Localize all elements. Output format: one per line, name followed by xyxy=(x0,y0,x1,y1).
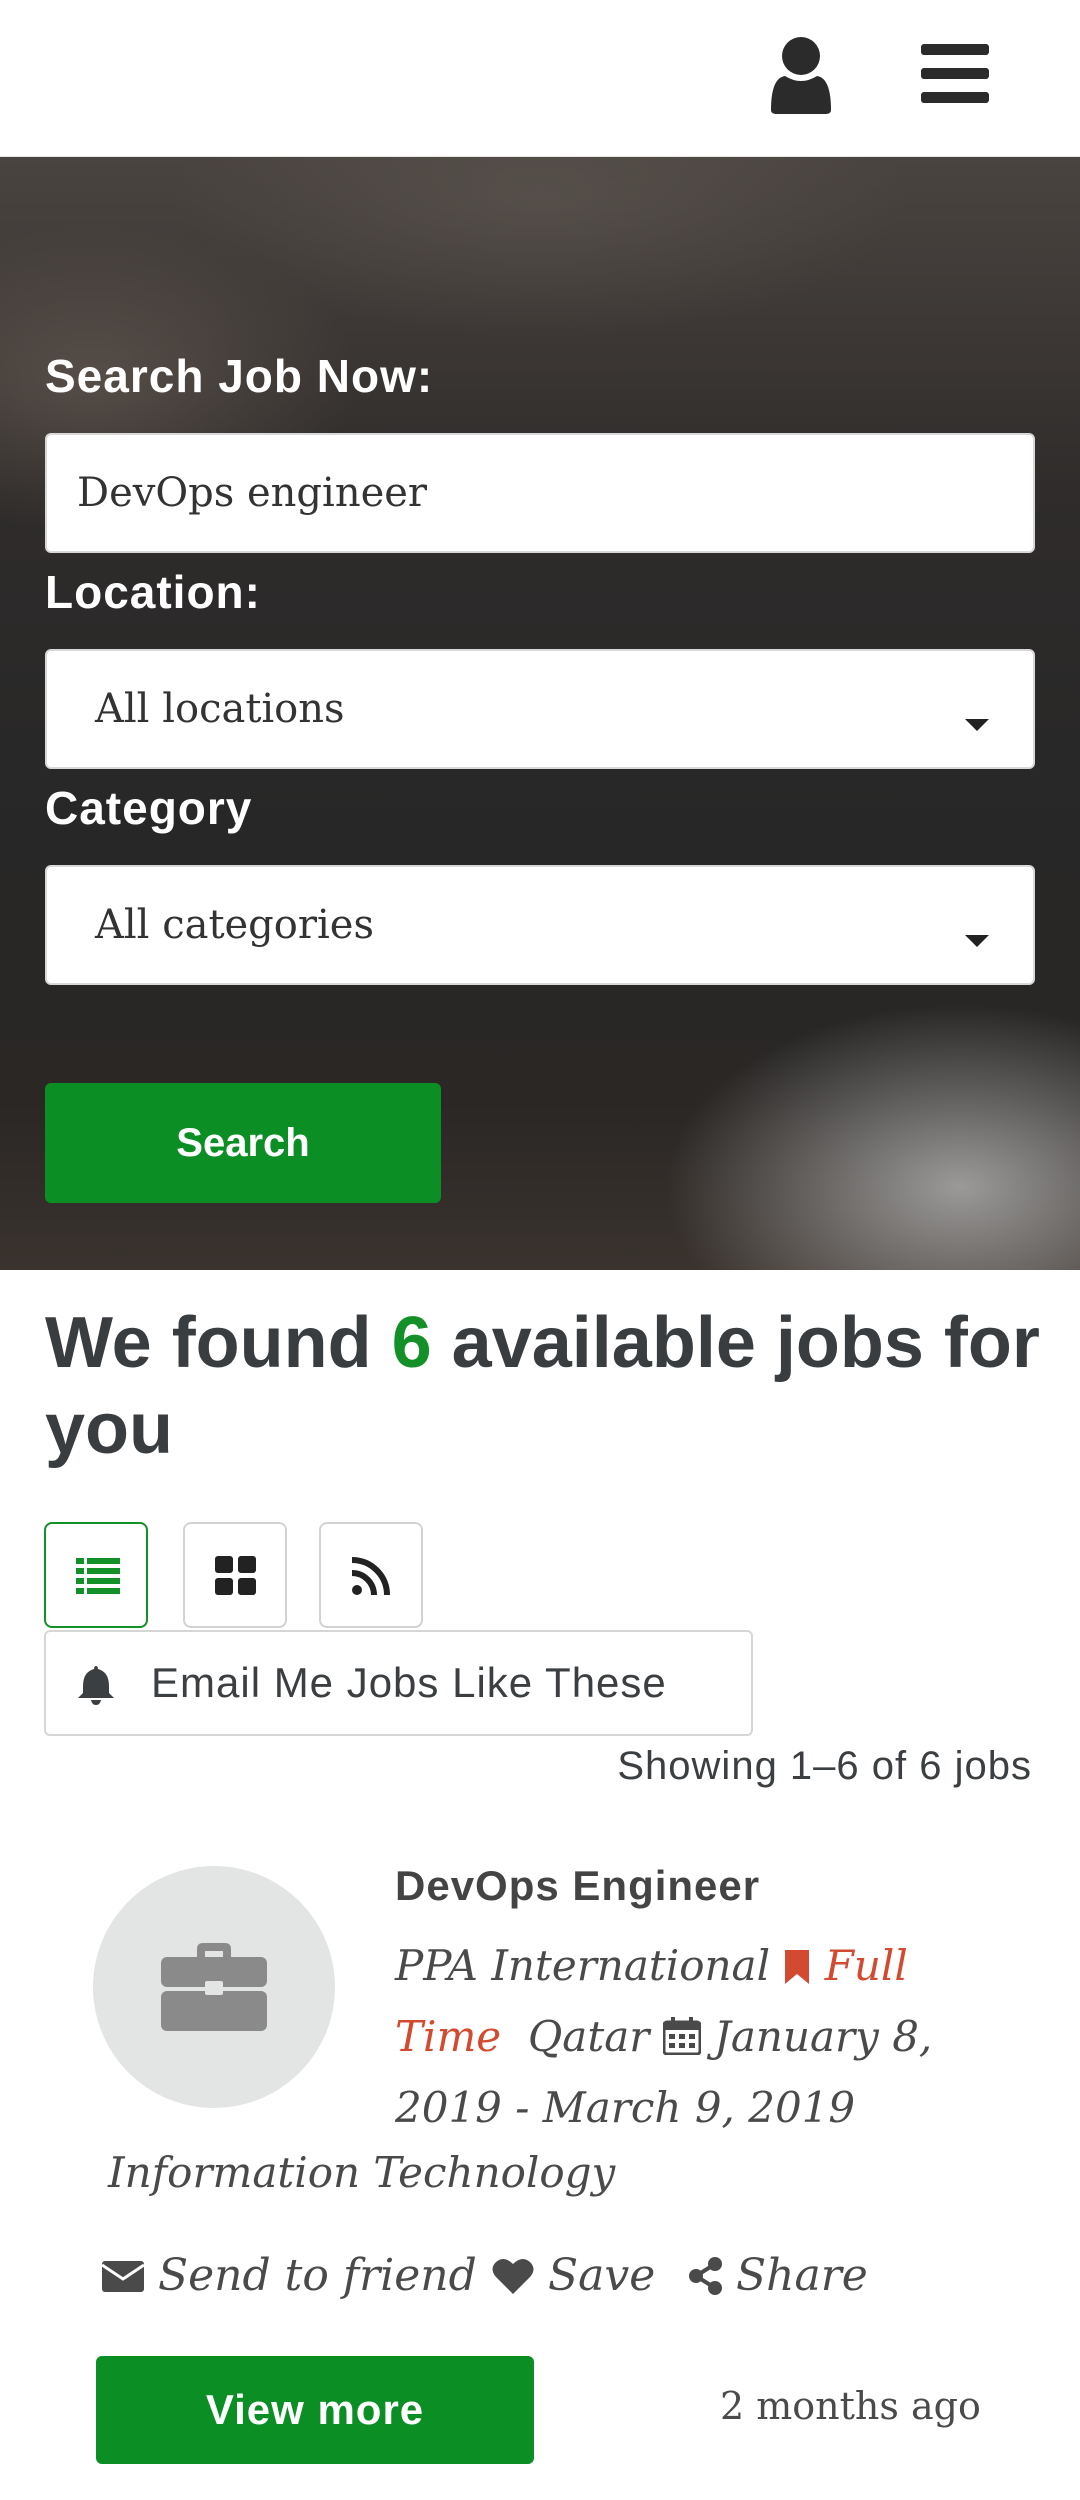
search-button[interactable]: Search xyxy=(45,1083,441,1203)
heart-icon xyxy=(492,2258,534,2294)
menu-button[interactable] xyxy=(915,34,995,114)
list-icon xyxy=(76,1558,120,1594)
keyword-label: Search Job Now: xyxy=(45,350,434,402)
job-company: PPA International xyxy=(395,1941,771,1990)
share-job-label: Share xyxy=(736,2250,868,2301)
rss-icon xyxy=(351,1557,390,1596)
caret-down-icon xyxy=(965,935,989,947)
top-navbar xyxy=(0,0,1080,157)
rss-feed-button[interactable] xyxy=(319,1522,423,1628)
results-count-summary: Showing 1–6 of 6 jobs xyxy=(617,1744,1032,1788)
grid-view-button[interactable] xyxy=(183,1522,287,1628)
results-count: 6 xyxy=(391,1303,432,1383)
list-view-button[interactable] xyxy=(44,1522,148,1628)
job-category: Information Technology xyxy=(108,2148,616,2197)
hamburger-menu-icon xyxy=(921,44,989,103)
caret-down-icon xyxy=(965,719,989,731)
category-select-value: All categories xyxy=(95,902,374,948)
keyword-input-value: DevOps engineer xyxy=(77,470,428,516)
view-more-button[interactable]: View more xyxy=(96,2356,534,2464)
job-location: Qatar xyxy=(527,2012,650,2061)
search-hero: Search Job Now: DevOps engineer Location… xyxy=(0,157,1080,1270)
keyword-input[interactable]: DevOps engineer xyxy=(45,433,1035,553)
send-to-friend-label: Send to friend xyxy=(158,2250,477,2301)
share-job-link[interactable]: Share xyxy=(688,2250,868,2301)
briefcase-icon xyxy=(161,1943,267,2031)
job-posted-time: 2 months ago xyxy=(720,2384,981,2428)
job-title-link[interactable]: DevOps Engineer xyxy=(395,1862,760,1910)
job-meta: PPA International Full Time Qatar Januar… xyxy=(395,1930,995,2143)
save-job-label: Save xyxy=(548,2250,656,2301)
email-job-alert-label: Email Me Jobs Like These xyxy=(151,1659,667,1706)
user-account-button[interactable] xyxy=(765,34,837,114)
envelope-icon xyxy=(102,2260,144,2292)
user-icon xyxy=(771,37,831,114)
bookmark-icon xyxy=(785,1950,810,1984)
company-logo-placeholder xyxy=(93,1866,335,2108)
location-label: Location: xyxy=(45,566,261,618)
location-select-value: All locations xyxy=(95,686,345,732)
grid-icon xyxy=(215,1556,256,1595)
send-to-friend-link[interactable]: Send to friend xyxy=(102,2250,477,2301)
calendar-icon xyxy=(662,2017,702,2056)
results-heading-prefix: We found xyxy=(45,1303,392,1383)
share-icon xyxy=(689,2256,722,2295)
save-job-link[interactable]: Save xyxy=(492,2250,655,2301)
category-label: Category xyxy=(45,782,253,834)
category-select[interactable]: All categories xyxy=(45,865,1035,985)
bell-icon xyxy=(78,1666,114,1705)
results-heading: We found 6 available jobs for you xyxy=(45,1300,1055,1472)
email-job-alert-button[interactable]: Email Me Jobs Like These xyxy=(44,1630,753,1736)
location-select[interactable]: All locations xyxy=(45,649,1035,769)
